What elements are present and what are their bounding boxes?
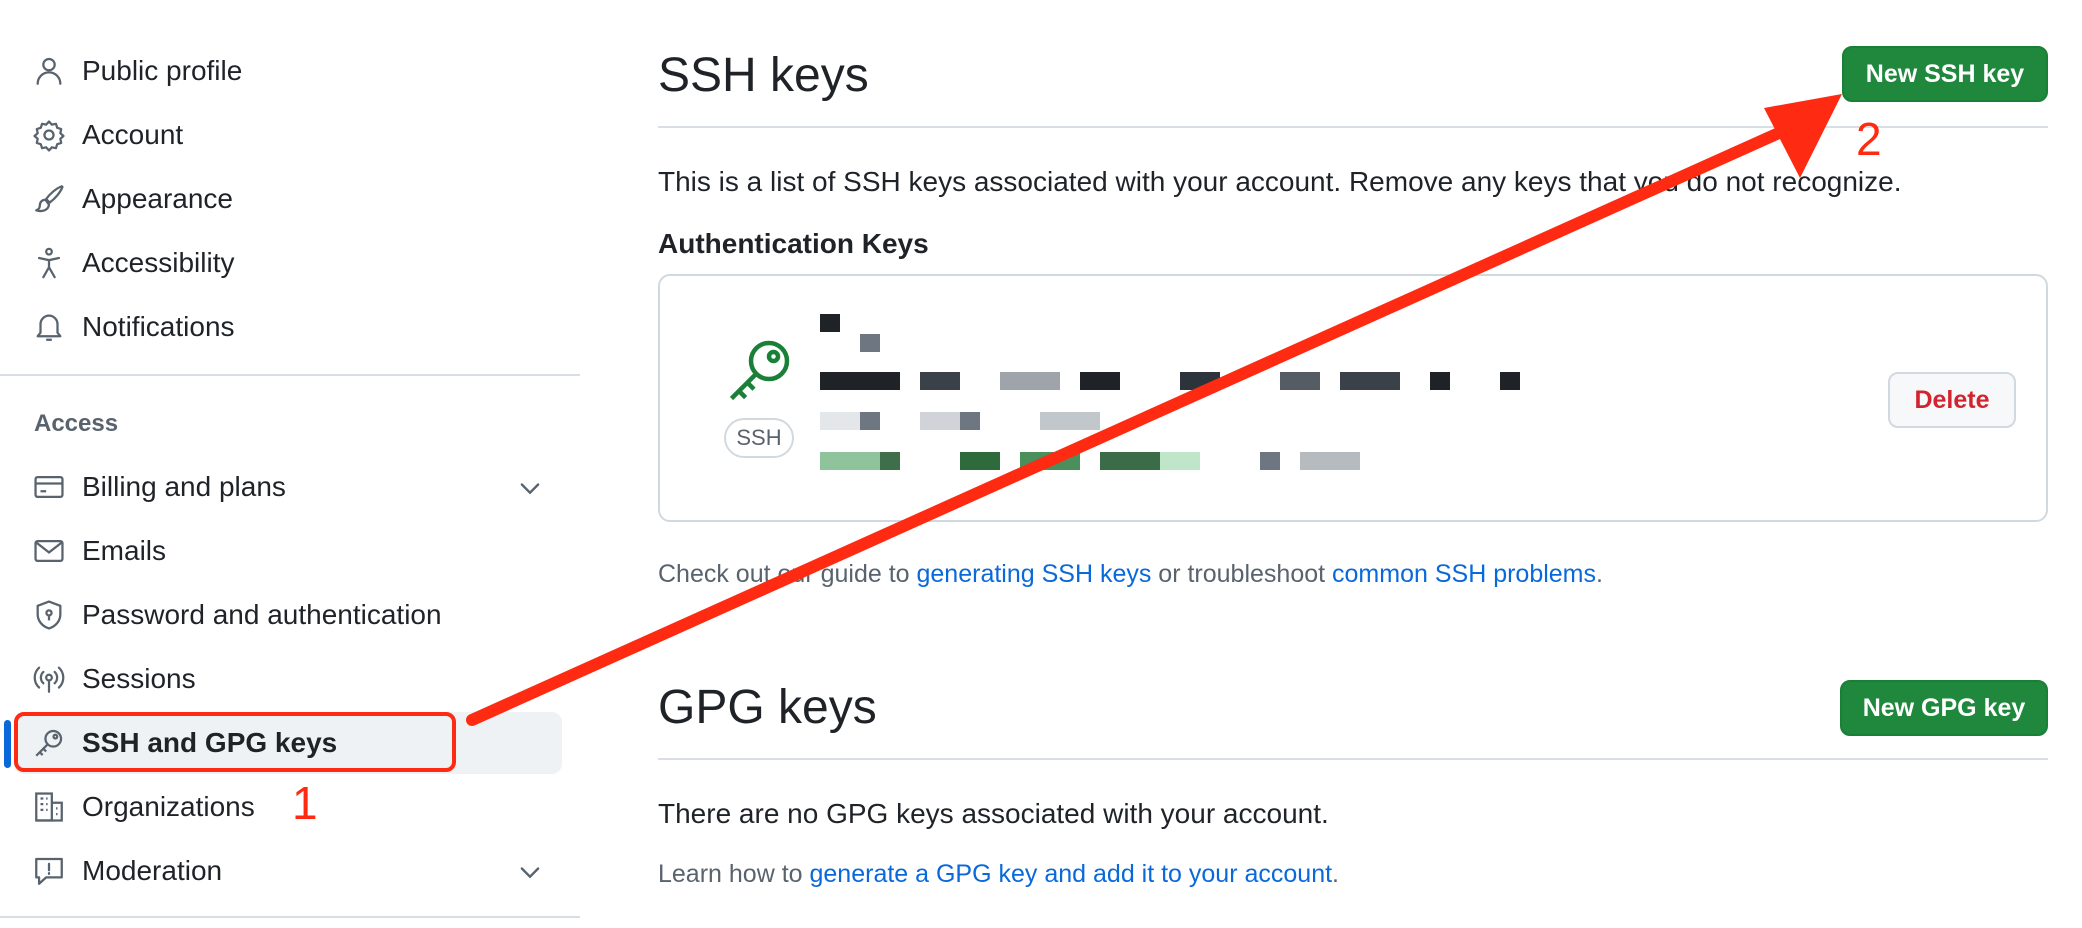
- annotation-highlight-box: [14, 712, 456, 772]
- sidebar-item-label: Password and authentication: [82, 599, 442, 630]
- redacted-pixel: [880, 452, 900, 470]
- ssh-description: This is a list of SSH keys associated wi…: [658, 166, 1902, 197]
- redacted-pixel: [1160, 452, 1200, 470]
- sidebar-item-label: Public profile: [82, 55, 243, 86]
- sidebar-item-label: Moderation: [82, 855, 223, 886]
- ssh-keys-title: SSH keys: [658, 49, 869, 102]
- redacted-pixel: [1100, 452, 1160, 470]
- sidebar-item-label: Account: [82, 119, 184, 150]
- redacted-pixel: [820, 452, 880, 470]
- gear-icon: [32, 118, 66, 152]
- help-text-suffix: .: [1596, 560, 1603, 588]
- redacted-pixel: [1500, 372, 1520, 390]
- sidebar-item-label: Sessions: [82, 663, 196, 694]
- sidebar-divider: [0, 374, 580, 376]
- shield-lock-icon: [32, 598, 66, 632]
- settings-sidebar: Public profile Account Appearance Access…: [0, 0, 580, 928]
- redacted-pixel: [1300, 452, 1360, 470]
- credit-card-icon: [32, 470, 66, 504]
- sidebar-item-label: Organizations: [82, 791, 255, 822]
- redacted-pixel: [920, 372, 960, 390]
- sidebar-item-account[interactable]: Account: [14, 104, 562, 166]
- new-gpg-key-button[interactable]: New GPG key: [1840, 680, 2048, 736]
- sidebar-item-emails[interactable]: Emails: [14, 520, 562, 582]
- learn-text-prefix: Learn how to: [658, 860, 810, 888]
- redacted-pixel: [860, 412, 880, 430]
- common-ssh-problems-link[interactable]: common SSH problems: [1332, 560, 1596, 588]
- sidebar-item-notifications[interactable]: Notifications: [14, 296, 562, 358]
- chevron-down-icon[interactable]: [516, 858, 544, 886]
- sidebar-item-label: Notifications: [82, 311, 235, 342]
- redacted-pixel: [1000, 372, 1060, 390]
- redacted-pixel: [860, 334, 880, 352]
- generate-gpg-key-link[interactable]: generate a GPG key and add it to your ac…: [810, 860, 1333, 888]
- redacted-pixel: [1280, 372, 1320, 390]
- generating-ssh-keys-link[interactable]: generating SSH keys: [917, 560, 1152, 588]
- sidebar-item-label: Appearance: [82, 183, 234, 214]
- sidebar-group-heading: Access: [34, 410, 119, 437]
- sidebar-item-label: Accessibility: [82, 247, 235, 278]
- sidebar-divider: [0, 916, 580, 918]
- redacted-pixel: [1040, 412, 1100, 430]
- gpg-learn-text: Learn how to generate a GPG key and add …: [658, 860, 1339, 889]
- learn-text-suffix: .: [1332, 860, 1339, 888]
- mail-icon: [32, 534, 66, 568]
- sidebar-item-moderation[interactable]: Moderation: [14, 840, 562, 902]
- redacted-pixel: [1020, 452, 1080, 470]
- sidebar-item-label: Emails: [82, 535, 167, 566]
- redacted-pixel: [1180, 372, 1220, 390]
- redacted-pixel: [820, 314, 840, 332]
- redacted-pixel: [1080, 372, 1120, 390]
- annotation-step-1: 1: [292, 777, 318, 829]
- help-text-prefix: Check out our guide to: [658, 560, 917, 588]
- broadcast-icon: [32, 662, 66, 696]
- redacted-pixel: [820, 372, 900, 390]
- sidebar-item-sessions[interactable]: Sessions: [14, 648, 562, 710]
- redacted-key-details: [820, 314, 1540, 484]
- sidebar-item-public-profile[interactable]: Public profile: [14, 40, 562, 102]
- bell-icon: [32, 310, 66, 344]
- delete-ssh-key-button[interactable]: Delete: [1888, 372, 2016, 428]
- gpg-empty-message: There are no GPG keys associated with yo…: [658, 798, 1329, 829]
- redacted-pixel: [1260, 452, 1280, 470]
- section-divider: [658, 758, 2048, 760]
- redacted-pixel: [960, 452, 1000, 470]
- report-icon: [32, 854, 66, 888]
- new-ssh-key-button[interactable]: New SSH key: [1842, 46, 2048, 102]
- sidebar-item-billing[interactable]: Billing and plans: [14, 456, 562, 518]
- annotation-step-2: 2: [1856, 113, 1882, 165]
- paintbrush-icon: [32, 182, 66, 216]
- sidebar-item-password[interactable]: Password and authentication: [14, 584, 562, 646]
- person-icon: [32, 54, 66, 88]
- sidebar-item-label: Billing and plans: [82, 471, 286, 502]
- redacted-pixel: [1430, 372, 1450, 390]
- redacted-pixel: [960, 412, 980, 430]
- sidebar-item-organizations[interactable]: Organizations: [14, 776, 562, 838]
- gpg-keys-title: GPG keys: [658, 681, 877, 734]
- ssh-help-text: Check out our guide to generating SSH ke…: [658, 560, 1603, 589]
- redacted-pixel: [1340, 372, 1400, 390]
- ssh-badge: SSH: [724, 418, 794, 458]
- section-divider: [658, 126, 2048, 128]
- help-text-middle: or troubleshoot: [1151, 560, 1333, 588]
- key-icon: [724, 334, 796, 406]
- active-indicator: [4, 720, 11, 768]
- authentication-keys-heading: Authentication Keys: [658, 228, 929, 259]
- ssh-key-card: SSH Delete: [658, 274, 2048, 522]
- organization-icon: [32, 790, 66, 824]
- chevron-down-icon[interactable]: [516, 474, 544, 502]
- main-content: SSH keys New SSH key This is a list of S…: [658, 0, 2048, 928]
- accessibility-icon: [32, 246, 66, 280]
- sidebar-item-appearance[interactable]: Appearance: [14, 168, 562, 230]
- sidebar-item-accessibility[interactable]: Accessibility: [14, 232, 562, 294]
